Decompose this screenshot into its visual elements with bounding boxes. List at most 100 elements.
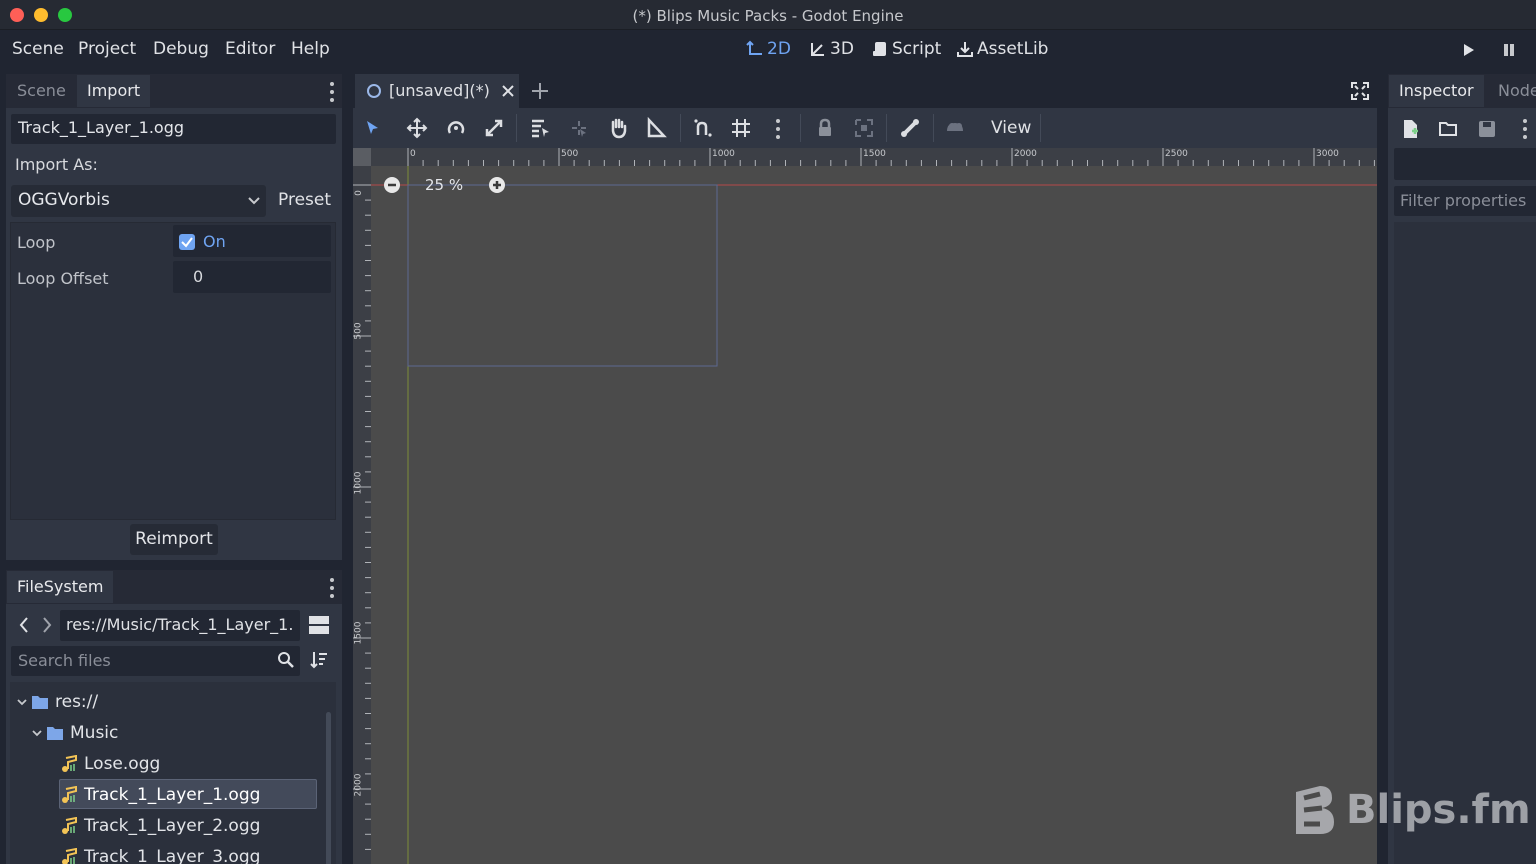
tab-import[interactable]: Import: [77, 75, 151, 107]
inspector-history-field[interactable]: [1394, 148, 1536, 180]
viewport-guides: [353, 148, 1377, 864]
ruler-h-label: 2500: [1165, 149, 1188, 159]
pivot-icon[interactable]: [568, 117, 590, 139]
view-menu-button[interactable]: View: [991, 118, 1031, 138]
import-type-dropdown[interactable]: OGGVorbis: [11, 185, 266, 217]
workspace-3d-button[interactable]: 3D: [809, 39, 854, 59]
tab-filesystem[interactable]: FileSystem: [7, 571, 114, 603]
ruler-icon[interactable]: [645, 116, 667, 139]
filesystem-menu-icon[interactable]: [330, 578, 334, 598]
smart-snap-icon[interactable]: [692, 117, 714, 139]
menu-debug[interactable]: Debug: [153, 39, 209, 59]
close-icon[interactable]: [501, 84, 515, 98]
toolbar-separator: [680, 114, 681, 142]
list-select-icon[interactable]: [529, 117, 551, 139]
filter-properties-input[interactable]: Filter properties: [1394, 186, 1536, 216]
group-icon[interactable]: [853, 117, 875, 139]
grid-snap-icon[interactable]: [730, 117, 752, 139]
tab-node[interactable]: Node: [1488, 75, 1536, 107]
add-scene-tab-icon[interactable]: [531, 82, 549, 100]
back-arrow-icon[interactable]: [18, 616, 30, 634]
script-icon: [873, 42, 886, 56]
tree-item-label: Music: [70, 722, 119, 743]
ruler-v-label: 500: [353, 322, 364, 340]
rotate-mode-icon[interactable]: [445, 117, 467, 139]
title-bar: (*) Blips Music Packs - Godot Engine: [0, 0, 1536, 30]
tree-item-label: Track_1_Layer_2.ogg: [84, 815, 261, 836]
pan-hand-icon[interactable]: [607, 117, 629, 139]
open-folder-icon[interactable]: [1439, 120, 1459, 138]
import-as-label: Import As:: [15, 155, 98, 174]
filesystem-path-field[interactable]: res://Music/Track_1_Layer_1.: [60, 610, 300, 641]
new-resource-icon[interactable]: [1402, 119, 1420, 139]
workspace-script-button[interactable]: Script: [871, 39, 941, 59]
checkbox-checked-icon: [179, 234, 195, 250]
split-view-icon[interactable]: [308, 615, 330, 635]
skeleton-bone-icon[interactable]: [899, 117, 921, 139]
search-files-input[interactable]: Search files: [11, 646, 300, 676]
ruler-h-label: 1500: [863, 149, 886, 159]
menu-bar: Scene Project Debug Editor Help 2D 3D Sc…: [0, 30, 1536, 72]
scene-tab-unsaved[interactable]: [unsaved](*): [355, 74, 519, 108]
audio-file-icon: [62, 847, 77, 864]
property-loop-value: On: [203, 232, 226, 251]
lock-icon[interactable]: [814, 117, 836, 139]
search-files-placeholder: Search files: [18, 651, 111, 670]
tree-item-lose-ogg[interactable]: Lose.ogg: [60, 748, 160, 779]
save-icon[interactable]: [1478, 120, 1496, 138]
select-mode-icon[interactable]: [362, 117, 384, 139]
menu-editor[interactable]: Editor: [225, 39, 275, 59]
inspector-dock: Filter properties: [1388, 108, 1536, 864]
ruler-v-label: 1000: [353, 471, 364, 495]
canvas-viewport[interactable]: 0 500 1000 1500 2000 2500 3000 0 500 100…: [353, 148, 1377, 864]
menu-scene[interactable]: Scene: [12, 39, 64, 59]
property-loop-offset-label: Loop Offset: [17, 269, 109, 288]
sort-icon[interactable]: [309, 650, 329, 670]
tree-item-res[interactable]: res://: [16, 686, 98, 717]
dock-menu-icon[interactable]: [330, 82, 334, 102]
watermark: Blips.fm: [1292, 784, 1531, 836]
import-dock-tabbar: Scene Import: [6, 74, 342, 108]
search-icon: [278, 652, 294, 668]
audio-file-icon: [62, 816, 77, 834]
ruler-h-label: 1000: [712, 149, 735, 159]
move-mode-icon[interactable]: [406, 117, 428, 139]
ruler-v-label: 2000: [353, 773, 364, 797]
zoom-out-icon[interactable]: [383, 176, 401, 194]
workspace-assetlib-button[interactable]: AssetLib: [956, 39, 1048, 59]
tree-item-track-1-layer-1[interactable]: Track_1_Layer_1.ogg: [60, 779, 260, 810]
tree-item-track-1-layer-3[interactable]: Track_1_Layer_3.ogg: [60, 841, 260, 864]
tree-item-track-1-layer-2[interactable]: Track_1_Layer_2.ogg: [60, 810, 260, 841]
workspace-3d-label: 3D: [830, 39, 854, 59]
tree-scrollbar[interactable]: [326, 712, 331, 864]
preset-button[interactable]: Preset: [278, 190, 331, 210]
2d-icon: [746, 40, 762, 55]
ruler-h-label: 2000: [1014, 149, 1037, 159]
audio-file-icon: [62, 785, 77, 803]
toolbar-separator: [1040, 114, 1041, 142]
workspace-2d-button[interactable]: 2D: [746, 39, 791, 59]
scene-tabbar: [unsaved](*): [353, 74, 1377, 108]
forward-arrow-icon[interactable]: [41, 616, 53, 634]
pause-icon[interactable]: [1502, 43, 1516, 57]
distraction-free-icon[interactable]: [1350, 81, 1370, 101]
camera-override-icon[interactable]: [944, 117, 966, 139]
scale-mode-icon[interactable]: [483, 117, 505, 139]
inspector-tabbar: Inspector Node: [1388, 74, 1536, 108]
menu-help[interactable]: Help: [291, 39, 330, 59]
import-type-value: OGGVorbis: [18, 190, 110, 210]
play-icon[interactable]: [1462, 42, 1476, 58]
menu-project[interactable]: Project: [78, 39, 136, 59]
zoom-in-icon[interactable]: [488, 176, 506, 194]
tree-item-music[interactable]: Music: [31, 717, 118, 748]
property-loop-offset-field[interactable]: 0: [173, 261, 331, 293]
zoom-reset-button[interactable]: 25 %: [425, 176, 463, 194]
inspector-menu-icon[interactable]: [1523, 119, 1527, 139]
snap-options-icon[interactable]: [776, 119, 780, 139]
reimport-button[interactable]: Reimport: [130, 524, 218, 555]
ruler-h-label: 0: [410, 149, 416, 159]
toolbar-separator: [800, 114, 801, 142]
tab-inspector[interactable]: Inspector: [1389, 75, 1484, 107]
property-loop-checkbox[interactable]: On: [173, 225, 331, 257]
tab-scene[interactable]: Scene: [7, 75, 76, 107]
